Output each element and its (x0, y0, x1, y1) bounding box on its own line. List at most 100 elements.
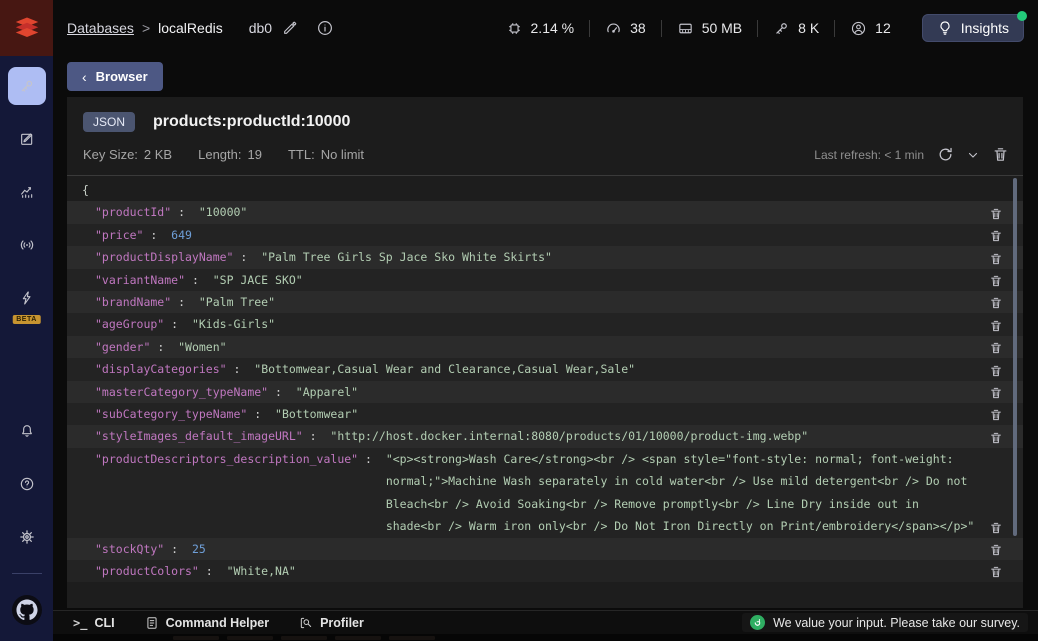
sidebar-item-notifications[interactable] (8, 412, 46, 450)
field-value[interactable]: 25 (192, 538, 981, 560)
field-colon: : (143, 224, 171, 246)
delete-field-button[interactable] (981, 540, 1011, 560)
key-name[interactable]: products:productId:10000 (153, 113, 350, 131)
json-field-row: "price" : 649 (67, 224, 1023, 246)
json-field-row: "productDisplayName" : "Palm Tree Girls … (67, 246, 1023, 268)
sidebar-item-pubsub[interactable] (8, 226, 46, 264)
delete-field-button[interactable] (981, 249, 1011, 269)
field-value[interactable]: "Apparel" (296, 381, 981, 403)
bottom-bar-command-helper[interactable]: Command Helper (145, 616, 270, 630)
stat-value: 38 (630, 20, 646, 36)
sidebar-item-triggers-functions[interactable]: BETA (8, 279, 46, 317)
back-to-browser-button[interactable]: ‹ Browser (67, 62, 163, 91)
survey-text: We value your input. Please take our sur… (773, 616, 1020, 630)
ttl-value[interactable]: No limit (321, 147, 364, 162)
insights-button[interactable]: Insights (922, 14, 1024, 42)
trash-icon (989, 252, 1003, 266)
delete-field-button[interactable] (981, 383, 1011, 403)
sidebar: BETA (0, 0, 53, 641)
json-field-row: "styleImages_default_imageURL" : "http:/… (67, 425, 1023, 447)
field-value[interactable]: "Women" (178, 336, 981, 358)
refresh-button[interactable] (937, 146, 954, 163)
field-value[interactable]: "Bottomwear,Casual Wear and Clearance,Ca… (254, 358, 981, 380)
user-icon (850, 20, 867, 37)
field-key[interactable]: "variantName" (95, 269, 185, 291)
field-key[interactable]: "brandName" (95, 291, 171, 313)
chart-icon (19, 184, 35, 200)
sidebar-item-github[interactable] (8, 591, 46, 629)
field-value[interactable]: "SP JACE SKO" (213, 269, 981, 291)
field-key[interactable]: "displayCategories" (95, 358, 227, 380)
field-value[interactable]: "10000" (199, 201, 981, 223)
survey-link[interactable]: We value your input. Please take our sur… (742, 613, 1028, 632)
field-value[interactable]: "http://host.docker.internal:8080/produc… (330, 425, 981, 447)
browser-nav-row: ‹ Browser (53, 56, 1038, 97)
sidebar-nav-bottom (8, 412, 46, 641)
field-key[interactable]: "productDescriptors_description_value" (95, 448, 358, 470)
field-value[interactable]: 649 (171, 224, 981, 246)
delete-field-button[interactable] (981, 518, 1011, 538)
ttl-label: TTL: (288, 147, 315, 162)
field-colon: : (164, 313, 192, 335)
field-colon: : (171, 291, 199, 313)
sidebar-item-browser[interactable] (8, 67, 46, 105)
delete-field-button[interactable] (981, 316, 1011, 336)
key-meta-bar: Key Size: 2 KB Length: 19 TTL: No limit … (67, 137, 1023, 176)
bottom-bar-cli[interactable]: >_CLI (73, 616, 115, 630)
json-field-row: "ageGroup" : "Kids-Girls" (67, 313, 1023, 335)
refresh-options-button[interactable] (967, 149, 979, 161)
stat-item: 12 (834, 20, 906, 37)
field-value[interactable]: "Bottomwear" (275, 403, 981, 425)
delete-field-button[interactable] (981, 562, 1011, 582)
bottom-bar-profiler[interactable]: Profiler (299, 616, 364, 630)
stat-item: 50 MB (661, 20, 757, 37)
bottom-toolbar: >_CLI Command Helper Profiler We value you… (53, 610, 1038, 634)
delete-field-button[interactable] (981, 226, 1011, 246)
field-key[interactable]: "masterCategory_typeName" (95, 381, 268, 403)
delete-field-button[interactable] (981, 204, 1011, 224)
field-key[interactable]: "stockQty" (95, 538, 164, 560)
sidebar-item-workbench[interactable] (8, 120, 46, 158)
field-colon: : (171, 201, 199, 223)
beta-badge: BETA (12, 315, 41, 324)
json-field-row: "stockQty" : 25 (67, 538, 1023, 560)
gauge-icon (605, 20, 622, 37)
field-colon: : (358, 448, 386, 470)
delete-field-button[interactable] (981, 293, 1011, 313)
field-value[interactable]: "White,NA" (227, 560, 981, 582)
vertical-scrollbar[interactable] (1013, 178, 1017, 536)
field-key[interactable]: "gender" (95, 336, 150, 358)
field-key[interactable]: "productId" (95, 201, 171, 223)
field-key[interactable]: "subCategory_typeName" (95, 403, 247, 425)
field-key[interactable]: "productColors" (95, 560, 199, 582)
field-key[interactable]: "productDisplayName" (95, 246, 233, 268)
delete-key-button[interactable] (992, 146, 1009, 163)
delete-field-button[interactable] (981, 361, 1011, 381)
field-value[interactable]: "Kids-Girls" (192, 313, 981, 335)
field-value[interactable]: "<p><strong>Wash Care</strong><br /> <sp… (386, 448, 981, 538)
bell-icon (19, 423, 35, 439)
sidebar-item-analytics[interactable] (8, 173, 46, 211)
document-icon (145, 616, 159, 630)
breadcrumb-databases-link[interactable]: Databases (67, 20, 134, 36)
delete-field-button[interactable] (981, 338, 1011, 358)
sidebar-item-help[interactable] (8, 465, 46, 503)
delete-field-button[interactable] (981, 405, 1011, 425)
redis-logo[interactable] (0, 0, 53, 56)
field-key[interactable]: "price" (95, 224, 143, 246)
field-value[interactable]: "Palm Tree" (199, 291, 981, 313)
delete-field-button[interactable] (981, 428, 1011, 448)
pencil-icon[interactable] (282, 20, 298, 36)
help-icon (19, 476, 35, 492)
gear-icon (19, 529, 35, 545)
field-colon: : (199, 560, 227, 582)
sidebar-item-settings[interactable] (8, 518, 46, 556)
length-label: Length: (198, 147, 241, 162)
info-icon[interactable] (316, 19, 334, 37)
key-icon (19, 78, 35, 94)
trash-icon (989, 364, 1003, 378)
field-value[interactable]: "Palm Tree Girls Sp Jace Sko White Skirt… (261, 246, 981, 268)
field-key[interactable]: "styleImages_default_imageURL" (95, 425, 303, 447)
delete-field-button[interactable] (981, 271, 1011, 291)
field-key[interactable]: "ageGroup" (95, 313, 164, 335)
